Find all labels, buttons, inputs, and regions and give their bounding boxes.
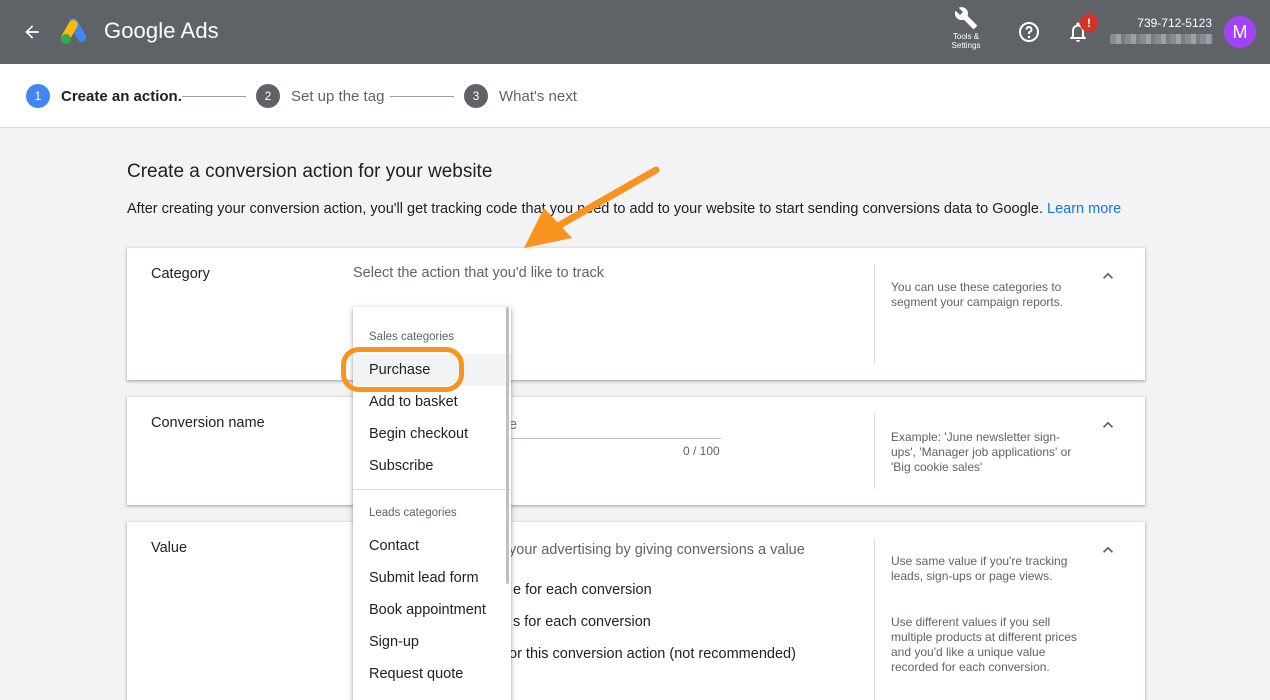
card-divider [874, 264, 875, 364]
category-prompt[interactable]: Select the action that you'd like to tra… [353, 265, 604, 281]
chevron-up-icon[interactable] [1098, 415, 1118, 435]
card-divider [874, 413, 875, 489]
conversion-name-card: Conversion name 0 / 100 Example: 'June n… [127, 397, 1145, 505]
step-number: 1 [26, 84, 50, 108]
step-create-action[interactable]: 1 Create an action. [26, 84, 182, 108]
menu-item-add-to-basket[interactable]: Add to basket [353, 386, 511, 418]
step-label: What's next [499, 87, 577, 105]
character-counter: 0 / 100 [683, 444, 720, 458]
menu-item-submit-lead-form[interactable]: Submit lead form [353, 562, 511, 594]
avatar[interactable]: M [1224, 16, 1256, 48]
value-card: Value your advertising by giving convers… [127, 522, 1145, 700]
help-icon[interactable] [1017, 20, 1041, 44]
card-divider [874, 538, 875, 700]
value-prompt: your advertising by giving conversions a… [509, 542, 805, 558]
top-app-bar: Google Ads Tools & Settings ! 739-712-51… [0, 0, 1270, 64]
conversion-name-label: Conversion name [151, 415, 265, 431]
description-text: After creating your conversion action, y… [127, 201, 1043, 217]
menu-item-contact[interactable]: Contact [353, 530, 511, 562]
step-label: Create an action. [61, 87, 182, 105]
step-set-up-tag[interactable]: 2 Set up the tag [256, 84, 385, 108]
menu-item-begin-checkout[interactable]: Begin checkout [353, 418, 511, 450]
value-option-none[interactable]: or this conversion action (not recommend… [509, 646, 796, 662]
page-description: After creating your conversion action, y… [127, 200, 1147, 218]
menu-item-sign-up[interactable]: Sign-up [353, 626, 511, 658]
leads-categories-header: Leads categories [369, 507, 457, 519]
menu-divider [353, 489, 511, 490]
notification-badge: ! [1080, 14, 1098, 32]
learn-more-link[interactable]: Learn more [1047, 201, 1121, 217]
category-help-text: You can use these categories to segment … [891, 280, 1064, 309]
step-label: Set up the tag [291, 87, 385, 105]
sales-categories-header: Sales categories [369, 331, 455, 343]
category-dropdown-menu: Sales categories Purchase Add to basket … [353, 307, 511, 700]
value-help-text-1: Use same value if you're tracking leads,… [891, 554, 1068, 583]
account-name-redacted [1110, 34, 1213, 44]
menu-item-request-quote[interactable]: Request quote [353, 658, 511, 690]
value-help-text-2: Use different values if you sell multipl… [891, 615, 1077, 674]
google-ads-logo-icon [60, 17, 92, 45]
chevron-up-icon[interactable] [1098, 266, 1118, 286]
conversion-name-help-text: Example: 'June newsletter sign-ups', 'Ma… [891, 430, 1072, 474]
tools-settings-button[interactable]: Tools & Settings [943, 6, 989, 58]
account-id[interactable]: 739-712-5123 [1120, 16, 1212, 30]
step-connector [182, 96, 246, 97]
step-number: 3 [464, 84, 488, 108]
menu-item-subscribe[interactable]: Subscribe [353, 450, 511, 482]
step-whats-next[interactable]: 3 What's next [464, 84, 577, 108]
chevron-up-icon[interactable] [1098, 540, 1118, 560]
brand-name[interactable]: Google Ads [104, 18, 219, 44]
page-title: Create a conversion action for your webs… [127, 161, 493, 182]
wrench-icon [954, 7, 977, 29]
value-label: Value [151, 540, 188, 556]
step-connector [390, 96, 454, 97]
tools-label: Tools & Settings [951, 32, 981, 50]
category-card: Category Select the action that you'd li… [127, 248, 1145, 380]
dropdown-scrollbar[interactable] [506, 307, 509, 584]
category-label: Category [151, 266, 210, 282]
value-option-same[interactable]: e for each conversion [513, 582, 652, 598]
value-option-different[interactable]: s for each conversion [513, 614, 651, 630]
back-arrow-icon[interactable] [20, 20, 44, 44]
step-number: 2 [256, 84, 280, 108]
menu-item-book-appointment[interactable]: Book appointment [353, 594, 511, 626]
menu-item-purchase[interactable]: Purchase [353, 354, 511, 386]
